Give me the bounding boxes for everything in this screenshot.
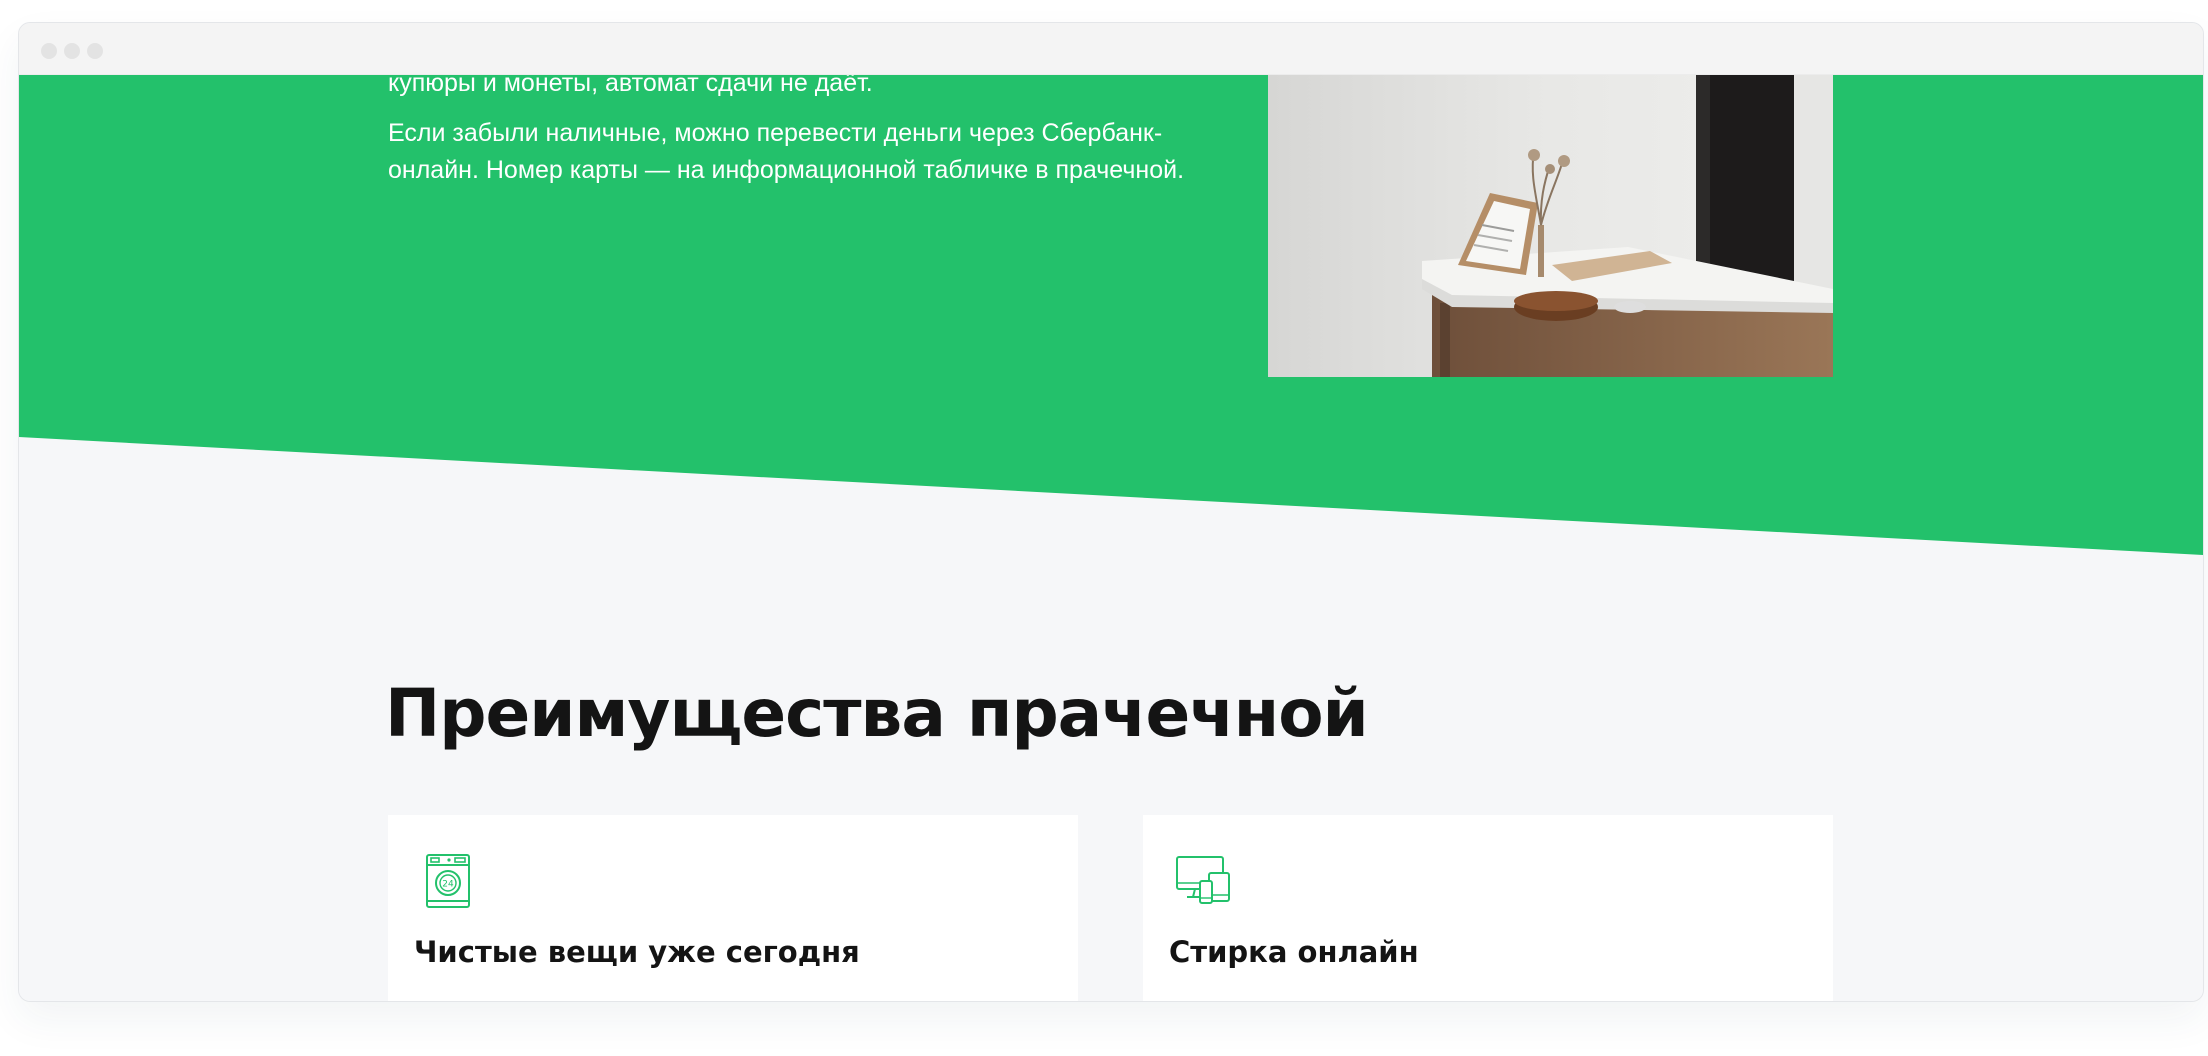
window-close-dot[interactable] <box>41 43 57 59</box>
browser-titlebar <box>19 23 2203 75</box>
advantage-card[interactable]: Стирка онлайн <box>1143 815 1833 1001</box>
window-minimize-dot[interactable] <box>64 43 80 59</box>
browser-window: купюры и монеты, автомат сдачи не даёт. … <box>18 22 2204 1002</box>
payment-text-tail: купюры и монеты, автомат сдачи не даёт. <box>388 75 873 97</box>
advantage-card[interactable]: 24 Чистые вещи уже сегодня <box>388 815 1078 1001</box>
photo-illustration <box>1268 75 1833 377</box>
window-maximize-dot[interactable] <box>87 43 103 59</box>
payment-text-sberbank: Если забыли наличные, можно перевести де… <box>388 119 1185 184</box>
washing-machine-24-icon: 24 <box>426 854 470 908</box>
laundry-counter-photo <box>1268 75 1833 377</box>
advantage-card-title: Стирка онлайн <box>1169 935 1419 969</box>
svg-text:24: 24 <box>442 880 454 890</box>
devices-icon <box>1176 856 1230 904</box>
advantages-title: Преимущества прачечной <box>385 675 1369 752</box>
advantage-card-title: Чистые вещи уже сегодня <box>414 935 860 969</box>
page-viewport: купюры и монеты, автомат сдачи не даёт. … <box>19 75 2203 1001</box>
